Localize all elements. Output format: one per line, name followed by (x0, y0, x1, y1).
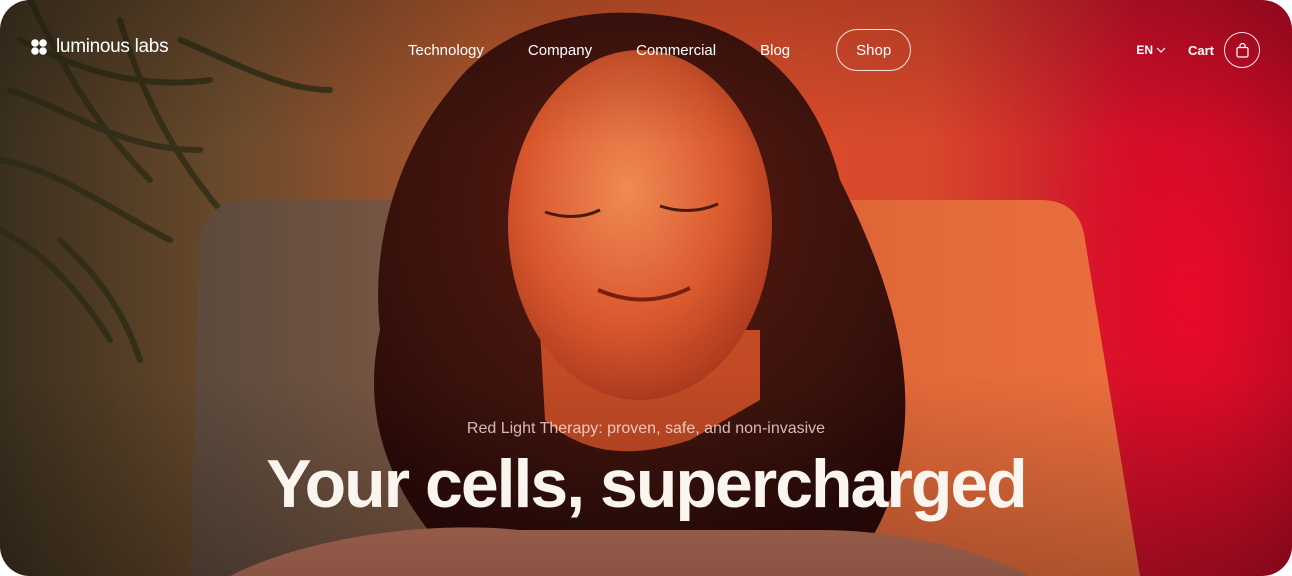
main-nav: Technology Company Commercial Blog Shop (386, 29, 912, 71)
shopping-bag-icon (1235, 42, 1249, 58)
brand-logo[interactable]: luminous labs (30, 36, 169, 58)
nav-link-company[interactable]: Company (506, 42, 614, 59)
chevron-down-icon (1156, 47, 1166, 53)
hero-eyebrow: Red Light Therapy: proven, safe, and non… (466, 420, 826, 437)
cart-link[interactable]: Cart (1188, 43, 1214, 58)
nav-link-technology[interactable]: Technology (386, 42, 506, 59)
face (508, 50, 772, 400)
four-dot-cluster-icon (31, 39, 47, 55)
cart-button[interactable] (1224, 32, 1260, 68)
language-code: EN (1136, 43, 1153, 57)
nav-link-blog[interactable]: Blog (738, 42, 812, 59)
brand-name: luminous labs (56, 36, 169, 57)
language-selector[interactable]: EN (1136, 43, 1166, 57)
nav-link-commercial[interactable]: Commercial (614, 42, 738, 59)
shop-button[interactable]: Shop (836, 29, 912, 71)
header-actions: EN Cart (1136, 32, 1260, 68)
hero-headline: Your cells, supercharged (266, 446, 1027, 522)
hero-section: luminous labs Technology Company Commerc… (0, 0, 1292, 576)
